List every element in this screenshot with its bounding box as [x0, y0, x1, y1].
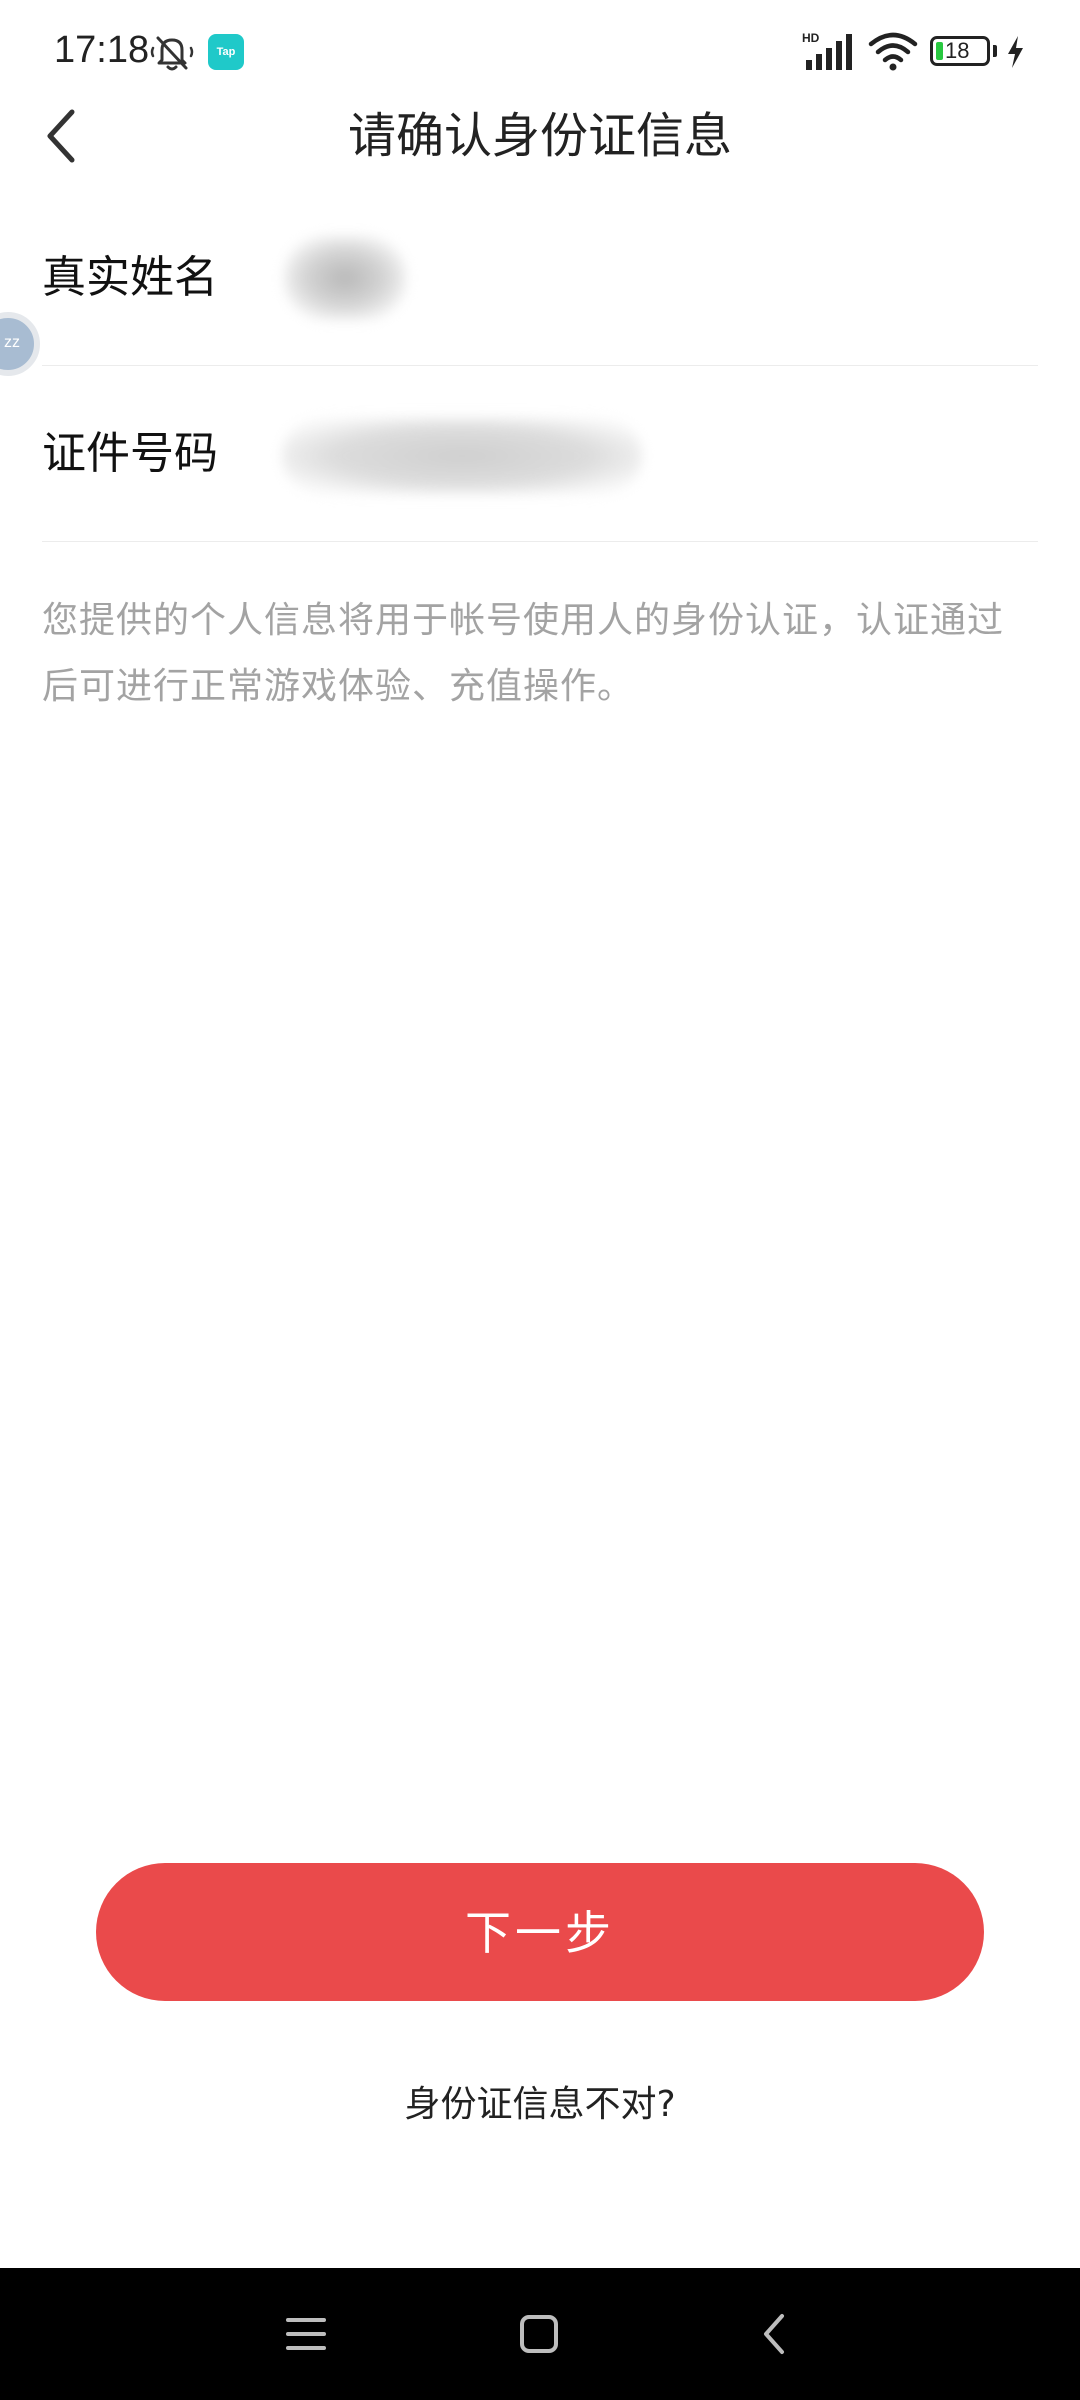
battery-level: 18	[945, 38, 970, 63]
privacy-description: 您提供的个人信息将用于帐号使用人的身份认证，认证通过后可进行正常游戏体验、充值操…	[42, 600, 1005, 707]
lightning-icon	[1008, 36, 1023, 68]
id-confirm-screen: 17:18 Tap HD 18 请确认身份证信息 zz 真实姓名 证件号码 您提…	[0, 0, 1080, 2400]
bell-off-icon	[150, 36, 194, 71]
nav-menu-button[interactable]	[270, 2298, 342, 2370]
tap-app-icon: Tap	[208, 34, 244, 70]
menu-icon	[286, 2318, 326, 2350]
cellular-signal-icon: HD	[802, 31, 852, 70]
wrong-id-info-link[interactable]: 身份证信息不对?	[0, 2070, 1080, 2140]
page-title: 请确认身份证信息	[347, 108, 732, 164]
wifi-icon	[868, 32, 918, 71]
status-time: 17:18	[54, 29, 150, 71]
battery-cap	[993, 45, 997, 57]
real-name-row: 真实姓名	[42, 190, 1038, 366]
nav-back-button[interactable]	[738, 2298, 810, 2370]
back-chevron-icon	[764, 2314, 784, 2354]
home-square-icon	[520, 2315, 558, 2353]
status-bar: 17:18 Tap HD 18	[0, 0, 1080, 104]
floating-bubble-glyph: zz	[4, 334, 20, 351]
next-step-button[interactable]: 下一步	[96, 1863, 984, 2001]
hd-badge-text: HD	[802, 31, 820, 45]
floating-assistant-bubble[interactable]: zz	[0, 312, 40, 376]
page-header: 请确认身份证信息	[0, 100, 1080, 172]
chevron-left-icon	[47, 109, 75, 163]
nav-home-button[interactable]	[503, 2298, 575, 2370]
id-number-label: 证件号码	[42, 428, 218, 479]
system-nav-bar	[0, 2268, 1080, 2400]
real-name-value-redacted	[284, 236, 406, 320]
battery-indicator: 18	[930, 36, 990, 66]
battery-fill	[936, 42, 943, 60]
id-number-value-redacted	[282, 418, 642, 494]
id-number-row: 证件号码	[42, 366, 1038, 542]
back-button[interactable]	[30, 102, 94, 170]
real-name-label: 真实姓名	[42, 252, 218, 303]
